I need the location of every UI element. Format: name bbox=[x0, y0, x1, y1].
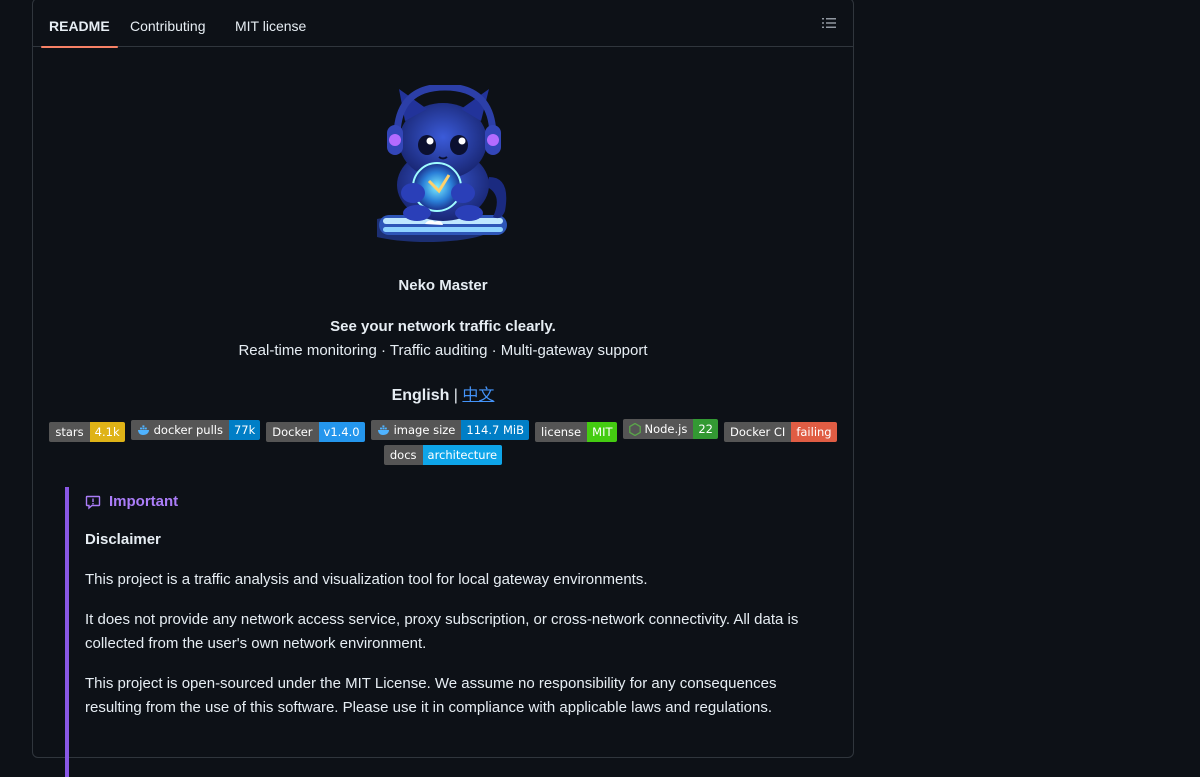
badge-stars[interactable]: stars 4.1k bbox=[49, 421, 125, 442]
badge-docker-pulls-value: 77k bbox=[228, 420, 261, 440]
badge-license[interactable]: license MIT bbox=[534, 421, 618, 442]
badge-docs-value: architecture bbox=[422, 445, 503, 465]
badge-nodejs[interactable]: Node.js 22 bbox=[623, 419, 718, 439]
tab-mit-license[interactable]: MIT license bbox=[235, 1, 306, 47]
badge-docs[interactable]: docs architecture bbox=[383, 445, 503, 465]
tab-readme[interactable]: README bbox=[41, 1, 118, 48]
docker-icon bbox=[377, 424, 389, 435]
table-of-contents-button[interactable] bbox=[821, 15, 837, 31]
badge-image-size-value: 114.7 MiB bbox=[461, 420, 529, 440]
readme-panel: README Contributing MIT license Neko Mas… bbox=[32, 0, 854, 777]
badge-nodejs-label: Node.js bbox=[644, 422, 688, 436]
readme-tabbar: README Contributing MIT license bbox=[33, 0, 853, 48]
important-callout: Important Disclaimer This project is a t… bbox=[65, 487, 810, 777]
project-title: Neko Master bbox=[398, 277, 488, 294]
badge-docker-version-label: Docker bbox=[266, 421, 319, 442]
badge-license-label: license bbox=[534, 421, 588, 442]
badge-docker-ci[interactable]: Docker CI failing bbox=[723, 421, 837, 442]
report-icon bbox=[85, 495, 101, 509]
callout-paragraph-3: This project is open-sourced under the M… bbox=[85, 675, 777, 716]
callout-heading: Important bbox=[85, 493, 178, 510]
callout-paragraph-1: This project is a traffic analysis and v… bbox=[85, 571, 648, 588]
badge-image-size-label: image size bbox=[393, 423, 456, 437]
callout-paragraph-2: It does not provide any network access s… bbox=[85, 611, 799, 652]
project-tagline: See your network traffic clearly. bbox=[330, 318, 556, 335]
badge-license-value: MIT bbox=[587, 421, 618, 442]
language-english: English bbox=[391, 387, 450, 404]
language-chinese-link[interactable]: 中文 bbox=[462, 387, 494, 404]
badge-docker-version-value: v1.4.0 bbox=[318, 421, 365, 442]
language-separator: | bbox=[449, 387, 463, 404]
badge-docker-ci-value: failing bbox=[791, 421, 837, 442]
callout-subheading: Disclaimer bbox=[85, 531, 161, 548]
badges-row: stars 4.1k docker pulls 77k Docker v1.4.… bbox=[33, 419, 853, 442]
docker-icon bbox=[137, 424, 149, 435]
nodejs-icon bbox=[629, 422, 642, 436]
badge-docker-version[interactable]: Docker v1.4.0 bbox=[266, 421, 365, 442]
badge-stars-label: stars bbox=[49, 421, 90, 442]
language-switcher: English | 中文 bbox=[33, 381, 853, 405]
callout-heading-text: Important bbox=[109, 493, 179, 510]
badge-docker-pulls-label: docker pulls bbox=[153, 423, 223, 437]
badge-docker-pulls[interactable]: docker pulls 77k bbox=[130, 420, 261, 440]
badge-stars-value: 4.1k bbox=[89, 421, 125, 442]
neko-master-logo bbox=[377, 85, 507, 242]
badges-row-2: docs architecture bbox=[33, 445, 853, 465]
tab-contributing[interactable]: Contributing bbox=[130, 1, 206, 47]
badge-docker-ci-label: Docker CI bbox=[723, 421, 792, 442]
list-unordered-icon bbox=[822, 18, 836, 28]
project-features: Real-time monitoring · Traffic auditing … bbox=[238, 342, 648, 359]
badge-docs-label: docs bbox=[383, 445, 423, 465]
badge-nodejs-value: 22 bbox=[693, 419, 718, 439]
badge-image-size[interactable]: image size 114.7 MiB bbox=[370, 420, 529, 440]
